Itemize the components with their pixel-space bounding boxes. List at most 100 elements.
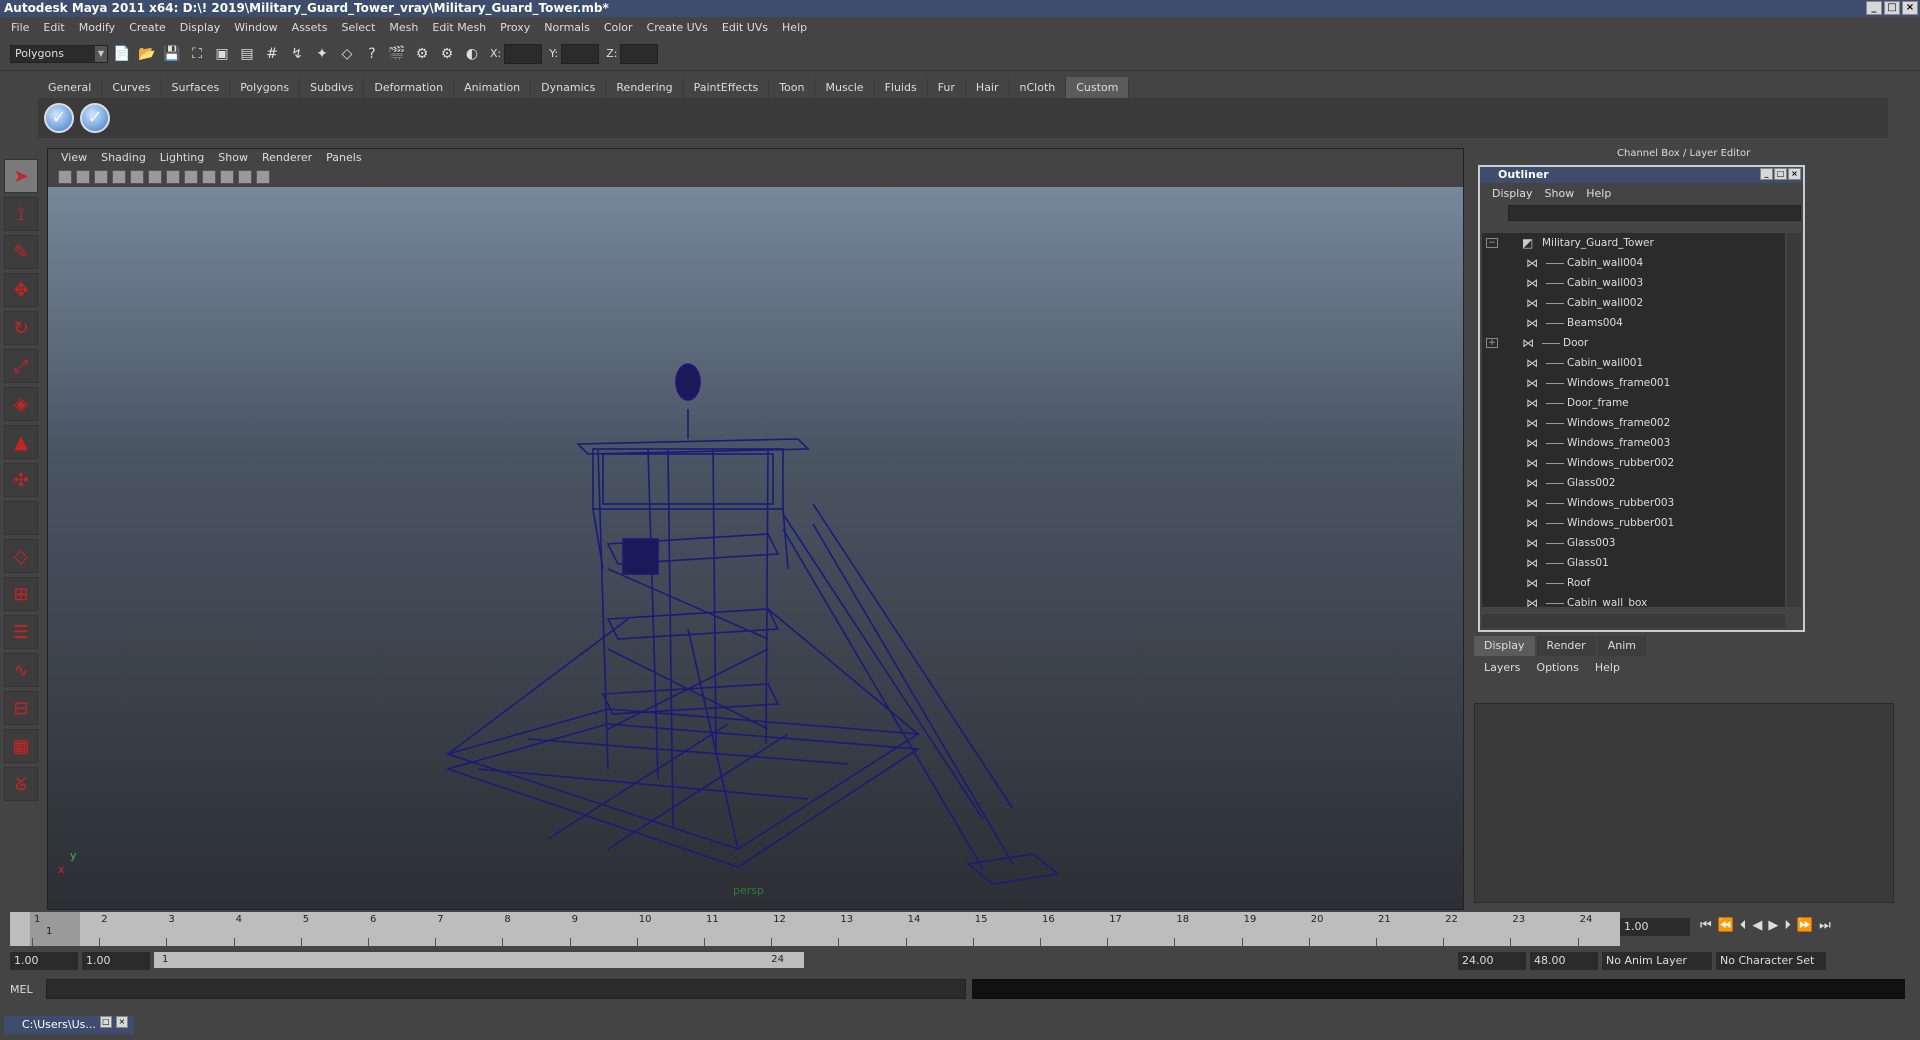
step-forward-key-icon[interactable]: ⏩: [1797, 918, 1813, 933]
snap-curve-icon[interactable]: ↯: [286, 43, 308, 65]
list-item[interactable]: ⋈ Cabin_wall_box: [1482, 593, 1785, 607]
render-icon[interactable]: 🎬: [386, 43, 408, 65]
restore-button[interactable]: □: [99, 1016, 112, 1028]
menu-edit-mesh[interactable]: Edit Mesh: [425, 21, 493, 34]
playback-start-field[interactable]: 1.00: [82, 952, 150, 970]
menu-edit-uvs[interactable]: Edit UVs: [715, 21, 775, 34]
range-bar-track[interactable]: 1 24: [154, 950, 1454, 972]
snap-point-icon[interactable]: ✦: [311, 43, 333, 65]
list-item[interactable]: ⋈ Windows_rubber001: [1482, 513, 1785, 533]
step-back-key-icon[interactable]: ⏪: [1718, 918, 1734, 933]
rotate-tool-icon[interactable]: ↻: [4, 311, 38, 345]
paint-select-icon[interactable]: ✎: [4, 235, 38, 269]
checkmark-icon[interactable]: ✓: [80, 103, 110, 133]
play-back-icon[interactable]: ◀: [1752, 918, 1762, 933]
list-item[interactable]: ⋈ Windows_frame002: [1482, 413, 1785, 433]
list-item[interactable]: ⋈ Cabin_wall001: [1482, 353, 1785, 373]
tab-anim[interactable]: Anim: [1597, 636, 1646, 656]
shelf-tab-custom[interactable]: Custom: [1066, 77, 1130, 98]
select-component-icon[interactable]: ▤: [236, 43, 258, 65]
list-item[interactable]: ⋈ Windows_rubber002: [1482, 453, 1785, 473]
shelf-tab-animation[interactable]: Animation: [454, 77, 532, 98]
menu-create[interactable]: Create: [122, 21, 173, 34]
show-manipulator-icon[interactable]: ✣: [4, 463, 38, 497]
hypershade-icon[interactable]: ◐: [461, 43, 483, 65]
shelf-tab-fluids[interactable]: Fluids: [874, 77, 928, 98]
select-tool-icon[interactable]: ➤: [4, 159, 38, 193]
scale-tool-icon[interactable]: ⤢: [4, 349, 38, 383]
end-time-field[interactable]: 48.00: [1530, 952, 1598, 970]
outliner-menu-help[interactable]: Help: [1580, 187, 1617, 200]
expand-icon[interactable]: +: [1486, 338, 1498, 348]
python-icon[interactable]: ᘜ: [4, 767, 38, 801]
x-input[interactable]: [504, 43, 543, 64]
shelf-tab-muscle[interactable]: Muscle: [815, 77, 875, 98]
maximize-button[interactable]: □: [1884, 1, 1900, 15]
taskbar-item[interactable]: C:\Users\Us... □ ×: [4, 1016, 134, 1034]
last-tool-icon[interactable]: [4, 501, 38, 535]
soft-mod-icon[interactable]: ▲: [4, 425, 38, 459]
menu-display[interactable]: Display: [173, 21, 228, 34]
layout-custom-icon[interactable]: ▦: [4, 729, 38, 763]
layer-list[interactable]: [1474, 703, 1894, 903]
lasso-tool-icon[interactable]: ⟟: [4, 197, 38, 231]
minimize-button[interactable]: _: [1866, 1, 1882, 15]
shelf-tab-ncloth[interactable]: nCloth: [1009, 77, 1067, 98]
select-hierarchy-icon[interactable]: ⛶: [186, 43, 208, 65]
open-scene-icon[interactable]: 📂: [136, 43, 158, 65]
list-item[interactable]: ⋈ Windows_frame003: [1482, 433, 1785, 453]
layout-single-icon[interactable]: ◇: [4, 539, 38, 573]
y-input[interactable]: [561, 43, 600, 64]
playback-end-field[interactable]: 24.00: [1458, 952, 1526, 970]
tab-display[interactable]: Display: [1474, 636, 1535, 656]
outliner-item-root[interactable]: − ◩ Military_Guard_Tower: [1482, 233, 1785, 253]
close-button[interactable]: ×: [1902, 1, 1918, 15]
collapse-icon[interactable]: −: [1486, 238, 1498, 248]
maximize-button[interactable]: □: [1774, 168, 1787, 180]
move-tool-icon[interactable]: ✥: [4, 273, 38, 307]
checkmark-icon[interactable]: ✓: [44, 103, 74, 133]
start-time-field[interactable]: 1.00: [10, 952, 78, 970]
shelf-tab-toon[interactable]: Toon: [769, 77, 816, 98]
menu-normals[interactable]: Normals: [537, 21, 597, 34]
layer-menu-layers[interactable]: Layers: [1476, 658, 1528, 678]
menu-select[interactable]: Select: [334, 21, 382, 34]
outliner-menu-display[interactable]: Display: [1486, 187, 1539, 200]
save-scene-icon[interactable]: 💾: [161, 43, 183, 65]
manipulator-icon[interactable]: ◈: [4, 387, 38, 421]
shelf-tab-hair[interactable]: Hair: [965, 77, 1010, 98]
menu-file[interactable]: File: [4, 21, 36, 34]
list-item[interactable]: ⋈ Glass002: [1482, 473, 1785, 493]
shelf-tab-surfaces[interactable]: Surfaces: [161, 77, 231, 98]
step-forward-icon[interactable]: ⏵: [1784, 918, 1791, 933]
time-slider[interactable]: 1 1 2 3 4 5 6 7 8 9 10 11 12 13 14 15 16 17 18 19 20 21 22 23 2…: [10, 912, 1620, 946]
close-button[interactable]: ×: [1788, 168, 1801, 180]
list-item[interactable]: ⋈ Door_frame: [1482, 393, 1785, 413]
outliner-hscrollbar[interactable]: [1482, 614, 1785, 628]
shelf-tab-dynamics[interactable]: Dynamics: [531, 77, 607, 98]
shelf-tab-fur[interactable]: Fur: [927, 77, 966, 98]
command-language-label[interactable]: MEL: [10, 983, 40, 996]
layout-graph-icon[interactable]: ∿: [4, 653, 38, 687]
shelf-tab-curves[interactable]: Curves: [102, 77, 162, 98]
menu-assets[interactable]: Assets: [285, 21, 335, 34]
menu-help[interactable]: Help: [775, 21, 814, 34]
character-set-dropdown[interactable]: No Character Set: [1716, 952, 1826, 970]
play-forward-icon[interactable]: ▶: [1768, 918, 1778, 933]
render-settings-icon[interactable]: ⚙: [436, 43, 458, 65]
list-item[interactable]: ⋈ Cabin_wall004: [1482, 253, 1785, 273]
tab-render[interactable]: Render: [1536, 636, 1596, 656]
layout-hypergraph-icon[interactable]: ⊟: [4, 691, 38, 725]
list-item[interactable]: ⋈ Windows_frame001: [1482, 373, 1785, 393]
layer-menu-options[interactable]: Options: [1528, 658, 1586, 678]
shelf-tab-deformation[interactable]: Deformation: [364, 77, 455, 98]
layout-four-icon[interactable]: ⊞: [4, 577, 38, 611]
list-item[interactable]: ⋈ Beams004: [1482, 313, 1785, 333]
outliner-menu-show[interactable]: Show: [1539, 187, 1581, 200]
outliner-vscrollbar[interactable]: [1787, 233, 1801, 607]
select-object-icon[interactable]: ▣: [211, 43, 233, 65]
go-to-start-icon[interactable]: ⏮: [1700, 918, 1712, 933]
z-input[interactable]: [620, 43, 659, 64]
minimize-button[interactable]: _: [1760, 168, 1773, 180]
list-item[interactable]: ⋈ Glass01: [1482, 553, 1785, 573]
